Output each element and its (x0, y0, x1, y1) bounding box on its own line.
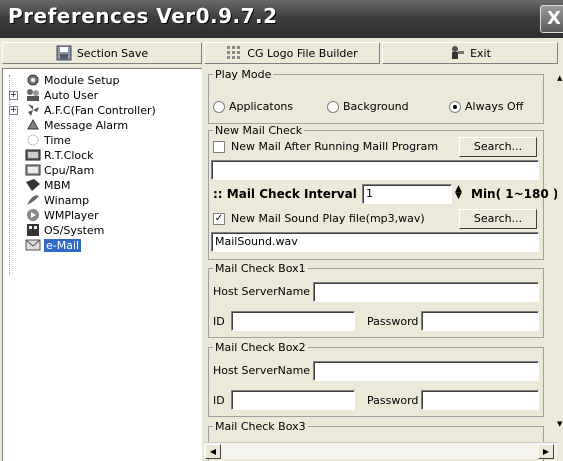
window-title: Preferences Ver0.9.7.2 (8, 4, 278, 28)
logo-builder-button[interactable]: CG Logo File Builder (204, 42, 380, 64)
tree-item-rtclock[interactable]: R.T.Clock (25, 148, 94, 162)
interval-label: :: Mail Check Interval (213, 187, 357, 201)
after-running-checkbox[interactable] (213, 141, 225, 153)
clock-icon (25, 133, 41, 147)
toolbar: Section Save CG Logo File Builder Exit (0, 42, 563, 66)
tree-item-label: Auto User (44, 88, 99, 102)
scroll-down-arrow-icon[interactable]: ▼ (557, 420, 562, 428)
box1-password-input[interactable] (421, 311, 539, 331)
box2-id-input[interactable] (231, 390, 355, 410)
play-mode-label: Play Mode (213, 68, 274, 81)
radio-background[interactable] (327, 101, 339, 113)
wmplayer-icon (25, 208, 41, 222)
new-mail-check-group: New Mail Check New Mail After Running Ma… (208, 124, 557, 260)
vertical-scrollbar[interactable]: ▲ ▼ (557, 68, 563, 461)
tree-item-label: Message Alarm (44, 118, 129, 132)
radio-applications[interactable] (213, 101, 225, 113)
program-search-button[interactable]: Search... (459, 137, 537, 157)
after-running-label: New Mail After Running Maill Program (231, 140, 439, 153)
exit-icon (449, 45, 465, 61)
tree-item-cpu-ram[interactable]: Cpu/Ram (25, 163, 94, 177)
gear-icon (25, 73, 41, 87)
tree-item-label: OS/System (44, 223, 105, 237)
fan-icon: + (9, 103, 41, 117)
title-bar[interactable]: Preferences Ver0.9.7.2 X (0, 0, 563, 38)
tree-item-label: A.F.C(Fan Controller) (44, 103, 156, 117)
box2-host-input[interactable] (313, 361, 539, 381)
box2-id-label: ID (213, 394, 225, 407)
mail-check-box1-group: Mail Check Box1 Host ServerName ID Passw… (208, 262, 544, 338)
sound-play-checkbox[interactable]: ✓ (213, 213, 225, 225)
save-icon (56, 45, 72, 61)
tree-item-wmplayer[interactable]: WMPlayer (25, 208, 99, 222)
expand-icon[interactable]: + (9, 106, 18, 115)
cpu-icon (25, 163, 41, 177)
interval-input[interactable]: 1 (362, 184, 452, 204)
exit-button[interactable]: Exit (382, 42, 558, 64)
interval-spinner[interactable]: ▲ ▼ (455, 185, 462, 201)
tree-item-mbm[interactable]: MBM (25, 178, 71, 192)
tree-item-label: MBM (44, 178, 71, 192)
mail-icon (25, 238, 41, 252)
users-icon: + (9, 88, 41, 102)
logo-builder-label: CG Logo File Builder (247, 46, 358, 60)
tree-item-auto-user[interactable]: + Auto User (9, 88, 99, 102)
tree-item-label: Time (44, 133, 71, 147)
scroll-left-arrow-icon[interactable]: ◀ (205, 444, 221, 459)
play-mode-group: Play Mode Applicatons Background Always … (208, 68, 544, 124)
rtclock-icon (25, 148, 41, 162)
tree-item-label: Module Setup (44, 73, 120, 87)
sound-play-label: New Mail Sound Play file(mp3,wav) (231, 212, 425, 225)
tree-item-label: R.T.Clock (44, 148, 94, 162)
section-tree[interactable]: Module Setup + Auto User + A.F.C(Fan Con… (2, 68, 202, 461)
tree-item-label: Winamp (44, 193, 90, 207)
sound-file-input[interactable]: MailSound.wav (211, 232, 539, 252)
box1-host-input[interactable] (313, 282, 539, 302)
box1-label: Mail Check Box1 (213, 262, 308, 275)
box2-password-input[interactable] (421, 390, 539, 410)
mbm-icon (25, 178, 41, 192)
alarm-icon (25, 118, 41, 132)
tree-item-winamp[interactable]: Winamp (25, 193, 89, 207)
box1-id-input[interactable] (231, 311, 355, 331)
section-save-label: Section Save (76, 46, 149, 60)
grid-icon (226, 45, 242, 61)
radio-background-label: Background (343, 100, 409, 113)
radio-always-off-label: Always Off (465, 100, 524, 113)
box2-password-label: Password (367, 394, 419, 407)
box2-label: Mail Check Box2 (213, 341, 308, 354)
scroll-right-arrow-icon[interactable]: ▶ (538, 444, 554, 459)
expand-icon[interactable]: + (9, 91, 18, 100)
section-save-button[interactable]: Section Save (2, 42, 202, 64)
radio-applications-label: Applicatons (229, 100, 294, 113)
tree-item-message-alarm[interactable]: Message Alarm (25, 118, 128, 132)
box1-password-label: Password (367, 315, 419, 328)
box1-id-label: ID (213, 315, 225, 328)
tree-item-label: Cpu/Ram (44, 163, 95, 177)
mail-check-box2-group: Mail Check Box2 Host ServerName ID Passw… (208, 341, 544, 417)
sound-search-button[interactable]: Search... (459, 209, 537, 229)
box3-label: Mail Check Box3 (213, 420, 308, 433)
scroll-up-arrow-icon[interactable]: ▲ (557, 74, 562, 82)
interval-range-label: Min( 1~180 ) (471, 187, 557, 201)
program-path-input[interactable] (211, 160, 539, 180)
system-icon (25, 223, 41, 237)
tree-item-time[interactable]: Time (25, 133, 71, 147)
tree-item-os-system[interactable]: OS/System (25, 223, 104, 237)
new-mail-check-label: New Mail Check (213, 124, 305, 137)
winamp-icon (25, 193, 41, 207)
box2-host-label: Host ServerName (213, 364, 311, 377)
preferences-window: Preferences Ver0.9.7.2 X Section Save CG… (0, 0, 563, 461)
radio-always-off[interactable] (449, 101, 461, 113)
tree-item-afc[interactable]: + A.F.C(Fan Controller) (9, 103, 156, 117)
box1-host-label: Host ServerName (213, 285, 311, 298)
tree-item-label: WMPlayer (44, 208, 99, 222)
exit-label: Exit (470, 46, 491, 60)
horizontal-scrollbar[interactable]: ◀ ▶ (204, 442, 557, 459)
close-button[interactable]: X (540, 5, 563, 33)
tree-item-module-setup[interactable]: Module Setup (25, 73, 120, 87)
settings-panel: Play Mode Applicatons Background Always … (204, 68, 557, 461)
tree-item-e-mail[interactable]: e-Mail (25, 238, 82, 252)
tree-item-label: e-Mail (44, 238, 82, 252)
